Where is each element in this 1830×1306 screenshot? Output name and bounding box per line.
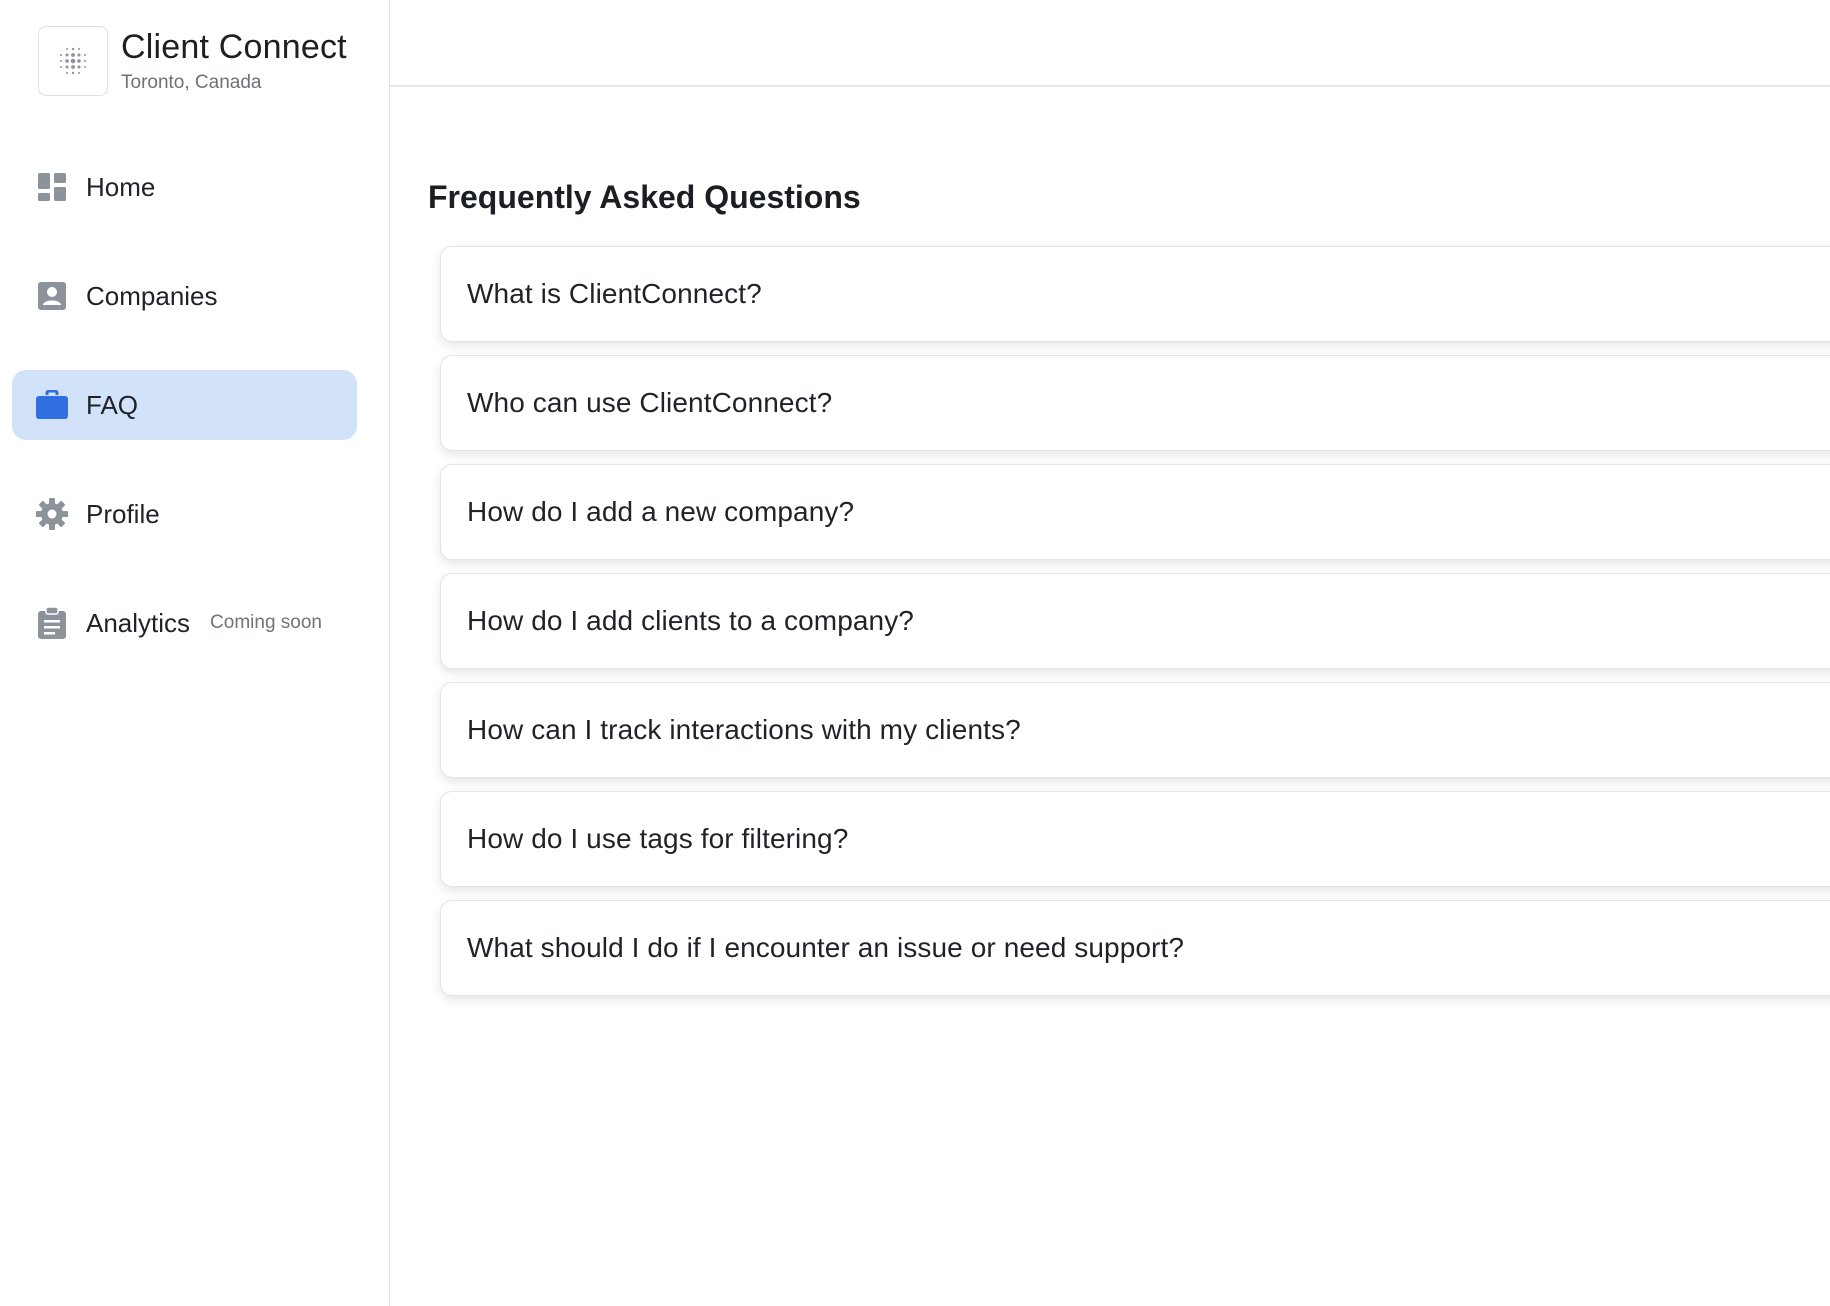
faq-question: What should I do if I encounter an issue… <box>467 932 1185 963</box>
faq-item[interactable]: How do I use tags for filtering? <box>440 791 1830 887</box>
top-bar <box>390 0 1830 87</box>
faq-question: How do I add clients to a company? <box>467 605 914 636</box>
faq-item[interactable]: How do I add clients to a company? <box>440 573 1830 669</box>
faq-item[interactable]: How can I track interactions with my cli… <box>440 682 1830 778</box>
app-location: Toronto, Canada <box>121 72 262 93</box>
sidebar-item-label: Profile <box>86 498 160 529</box>
sidebar-item-analytics[interactable]: Analytics Coming soon <box>12 588 357 658</box>
gear-icon <box>36 498 68 530</box>
briefcase-icon <box>36 389 68 421</box>
faq-list: What is ClientConnect? Who can use Clien… <box>440 246 1830 1009</box>
app-window: Client Connect Toronto, Canada Home Comp… <box>0 0 1830 1306</box>
faq-question: How do I add a new company? <box>467 496 855 527</box>
main-content: Frequently Asked Questions What is Clien… <box>390 87 1830 1306</box>
sidebar-item-label: Home <box>86 171 156 202</box>
sidebar-item-home[interactable]: Home <box>12 152 357 222</box>
faq-item[interactable]: Who can use ClientConnect? <box>440 355 1830 451</box>
sidebar-nav: Home Companies FAQ Profile Analytics Com… <box>12 152 357 697</box>
contact-card-icon <box>36 280 68 312</box>
page-title: Frequently Asked Questions <box>428 179 861 215</box>
faq-question: Who can use ClientConnect? <box>467 387 833 418</box>
sidebar-item-profile[interactable]: Profile <box>12 479 357 549</box>
sidebar-item-label: Analytics <box>86 607 191 638</box>
faq-question: How do I use tags for filtering? <box>467 823 849 854</box>
faq-item[interactable]: What should I do if I encounter an issue… <box>440 900 1830 996</box>
faq-question: How can I track interactions with my cli… <box>467 714 1021 745</box>
dotted-grid-logo-icon <box>38 26 108 96</box>
sidebar: Client Connect Toronto, Canada Home Comp… <box>0 0 390 1306</box>
sidebar-item-companies[interactable]: Companies <box>12 261 357 331</box>
brand[interactable]: Client Connect Toronto, Canada <box>38 26 347 96</box>
sidebar-item-label: FAQ <box>86 389 139 420</box>
faq-item[interactable]: How do I add a new company? <box>440 464 1830 560</box>
coming-soon-badge: Coming soon <box>210 612 322 633</box>
clipboard-icon <box>36 607 68 639</box>
sidebar-item-label: Companies <box>86 280 218 311</box>
app-title: Client Connect <box>121 28 347 66</box>
sidebar-item-faq[interactable]: FAQ <box>12 370 357 440</box>
faq-question: What is ClientConnect? <box>467 278 762 309</box>
faq-item[interactable]: What is ClientConnect? <box>440 246 1830 342</box>
dashboard-icon <box>36 171 68 203</box>
